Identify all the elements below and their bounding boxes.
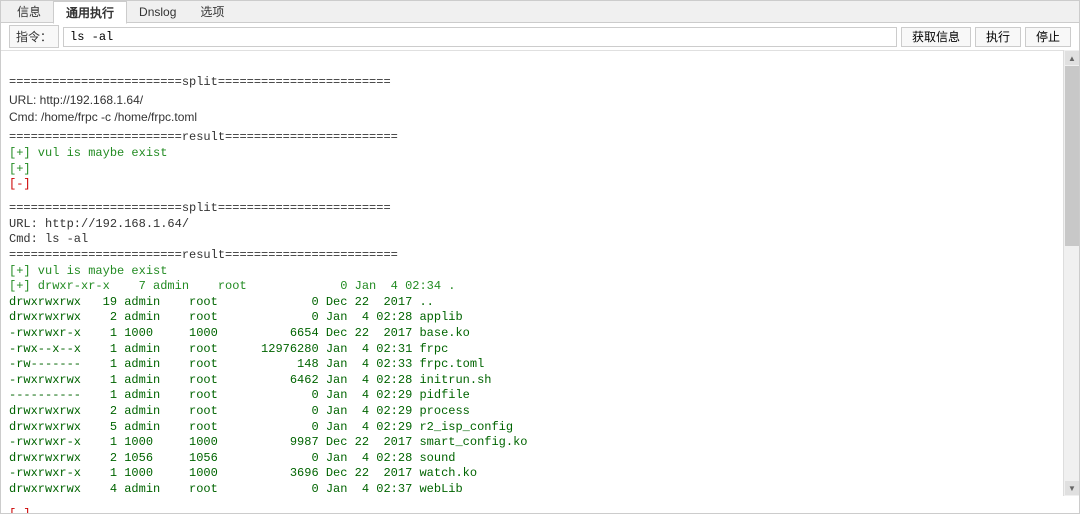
scrollbar-thumb[interactable] [1065, 66, 1079, 246]
split-divider-2: ========================split===========… [9, 201, 1071, 217]
ls-row: -rwxrwxrwx 1 admin root 6462 Jan 4 02:28… [9, 373, 1071, 389]
tab-info[interactable]: 信息 [5, 1, 53, 22]
ls-row: -rwxrwxr-x 1 1000 1000 6654 Dec 22 2017 … [9, 326, 1071, 342]
vul-exist-2: [+] vul is maybe exist [9, 264, 1071, 280]
result-divider-2: ========================result==========… [9, 248, 1071, 264]
cmd-line-2: Cmd: ls -al [9, 232, 1071, 248]
url-line-2: URL: http://192.168.1.64/ [9, 217, 1071, 233]
split-divider-1: ========================split===========… [9, 75, 1071, 89]
command-input[interactable] [63, 27, 897, 47]
ls-row: -rw------- 1 admin root 148 Jan 4 02:33 … [9, 357, 1071, 373]
ls-row: drwxrwxrwx 2 admin root 0 Jan 4 02:28 ap… [9, 310, 1071, 326]
ls-row: drwxrwxrwx 2 admin root 0 Jan 4 02:29 pr… [9, 404, 1071, 420]
command-label: 指令： [9, 25, 59, 48]
output-pane: ========================split===========… [1, 51, 1079, 513]
ls-header-line: [+] drwxr-xr-x 7 admin root 0 Jan 4 02:3… [9, 279, 1071, 295]
ls-row: drwxrwxrwx 4 admin root 0 Jan 4 02:37 we… [9, 482, 1071, 498]
vul-exist-1: [+] vul is maybe exist [9, 146, 1071, 162]
result-divider-1: ========================result==========… [9, 130, 1071, 144]
ls-row: -rwxrwxr-x 1 1000 1000 9987 Dec 22 2017 … [9, 435, 1071, 451]
tab-options[interactable]: 选项 [188, 1, 236, 22]
plus-marker-1: [+] [9, 162, 1071, 178]
tab-exec[interactable]: 通用执行 [53, 1, 127, 24]
ls-row: -rwxrwxr-x 1 1000 1000 3696 Dec 22 2017 … [9, 466, 1071, 482]
url-line-1: URL: http://192.168.1.64/ [9, 93, 1071, 107]
scroll-up-arrow[interactable]: ▲ [1065, 51, 1079, 65]
getinfo-button[interactable]: 获取信息 [901, 27, 971, 47]
ls-row: drwxrwxrwx 19 admin root 0 Dec 22 2017 .… [9, 295, 1071, 311]
minus-marker-2: [-] [9, 507, 1071, 513]
stop-button[interactable]: 停止 [1025, 27, 1071, 47]
exec-button[interactable]: 执行 [975, 27, 1021, 47]
cmd-line-1: Cmd: /home/frpc -c /home/frpc.toml [9, 110, 1071, 124]
minus-marker-1: [-] [9, 177, 1071, 191]
scroll-down-arrow[interactable]: ▼ [1065, 481, 1079, 495]
ls-row: drwxrwxrwx 2 1056 1056 0 Jan 4 02:28 sou… [9, 451, 1071, 467]
ls-row: drwxrwxrwx 5 admin root 0 Jan 4 02:29 r2… [9, 420, 1071, 436]
ls-row: ---------- 1 admin root 0 Jan 4 02:29 pi… [9, 388, 1071, 404]
ls-output: drwxrwxrwx 19 admin root 0 Dec 22 2017 .… [9, 295, 1071, 498]
scrollbar-vertical[interactable]: ▲ ▼ [1063, 50, 1079, 496]
tab-dnslog[interactable]: Dnslog [127, 3, 188, 21]
tab-bar: 信息 通用执行 Dnslog 选项 [1, 1, 1079, 23]
ls-row: -rwx--x--x 1 admin root 12976280 Jan 4 0… [9, 342, 1071, 358]
command-bar: 指令： 获取信息 执行 停止 [1, 23, 1079, 51]
